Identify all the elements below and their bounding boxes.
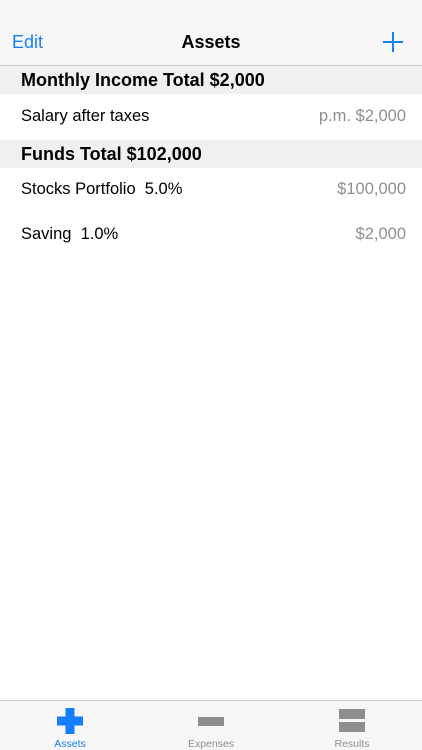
row-label: Stocks Portfolio 5.0% bbox=[21, 180, 183, 198]
tab-label: Expenses bbox=[187, 738, 235, 750]
navigation-bar: Edit Assets bbox=[0, 0, 422, 66]
tab-label: Results bbox=[334, 738, 370, 750]
tab-bar: Assets Expenses Results bbox=[0, 700, 422, 750]
minus-icon bbox=[198, 717, 224, 726]
add-button[interactable] bbox=[383, 32, 403, 52]
row-value: $100,000 bbox=[337, 180, 406, 198]
tab-assets[interactable]: Assets bbox=[0, 701, 140, 750]
page-title: Assets bbox=[181, 32, 241, 52]
plus-icon bbox=[57, 708, 83, 734]
row-value: $2,000 bbox=[355, 225, 406, 243]
plus-icon bbox=[383, 32, 403, 52]
list-item[interactable]: Stocks Portfolio 5.0% $100,000 bbox=[0, 168, 422, 212]
row-value: p.m. $2,000 bbox=[318, 107, 406, 125]
app-screen: Edit Assets Monthly Income Total $2,000 … bbox=[0, 0, 422, 750]
row-label: Saving 1.0% bbox=[21, 225, 119, 243]
section-header-label: Monthly Income Total $2,000 bbox=[21, 70, 265, 90]
tab-expenses[interactable]: Expenses bbox=[141, 701, 281, 750]
section-header-monthly-income: Monthly Income Total $2,000 bbox=[0, 66, 422, 94]
list-item[interactable]: Salary after taxes p.m. $2,000 bbox=[0, 95, 422, 139]
section-header-funds: Funds Total $102,000 bbox=[0, 140, 422, 168]
equals-icon bbox=[339, 709, 365, 732]
tab-label: Assets bbox=[54, 738, 86, 750]
tab-results[interactable]: Results bbox=[282, 701, 422, 750]
row-label: Salary after taxes bbox=[21, 107, 150, 125]
section-header-label: Funds Total $102,000 bbox=[21, 144, 202, 164]
list-item[interactable]: Saving 1.0% $2,000 bbox=[0, 213, 422, 257]
